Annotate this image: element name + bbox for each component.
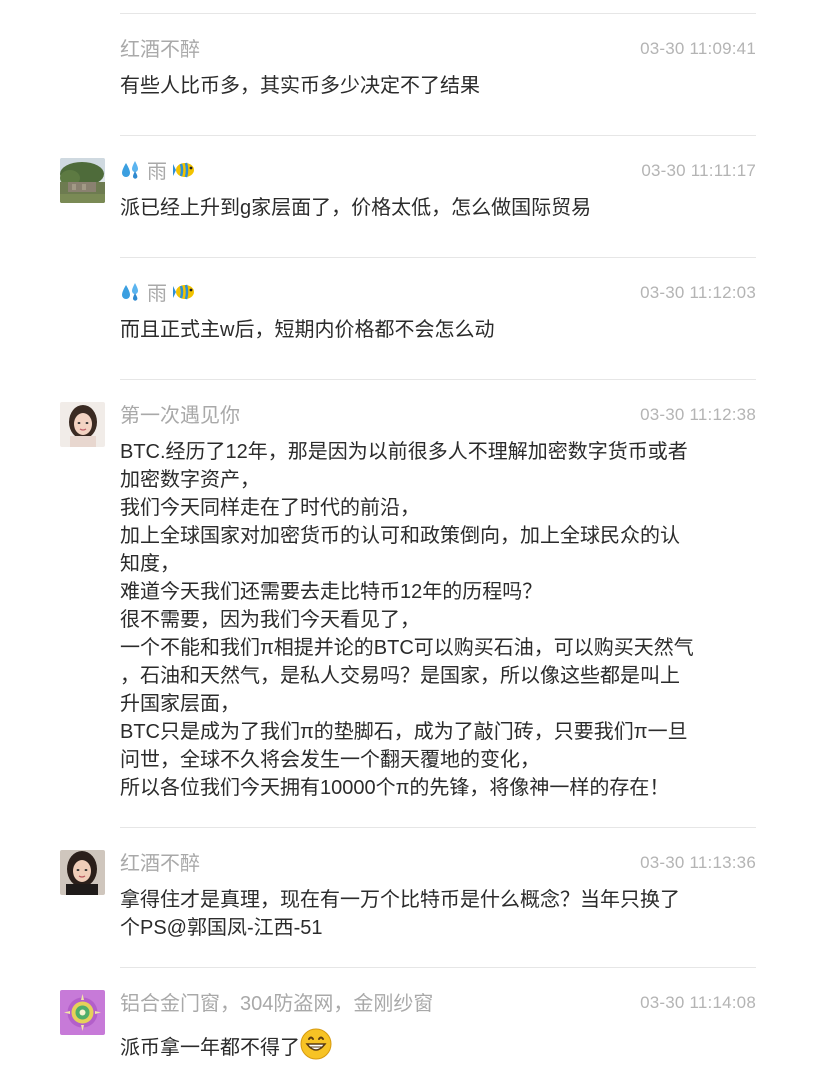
comment-line: 个PS@郭国凤-江西-51: [120, 917, 323, 939]
comment-time: 03-30 11:13:36: [640, 853, 756, 872]
comment-line: 有些人比币多，其实币多少决定不了结果: [120, 75, 480, 97]
tropical-fish-icon: [172, 162, 197, 182]
comment-line: BTC只是成为了我们π的垫脚石，成为了敲门砖，只要我们π一旦: [120, 721, 688, 743]
comment-line: 派币拿一年都不得了: [120, 1037, 300, 1059]
comment-line: 拿得住才是真理，现在有一万个比特币是什么概念？当年只换了: [120, 889, 680, 911]
comment-line: 知度，: [120, 553, 180, 575]
comment-text: 有些人比币多，其实币多少决定不了结果: [120, 72, 760, 100]
comment-line: 所以各位我们今天拥有10000个π的先锋，将像神一样的存在！: [120, 777, 670, 799]
comment-username[interactable]: 雨: [120, 159, 197, 185]
comment-line: 而且正式主w后，短期内价格都不会怎么动: [120, 319, 495, 341]
divider: [120, 257, 756, 258]
divider: [120, 379, 756, 380]
tropical-fish-icon: [172, 284, 197, 304]
comment-text: 派币拿一年都不得了: [120, 1028, 760, 1062]
comment-line: ，石油和天然气，是私人交易吗？是国家，所以像这些都是叫上: [120, 665, 680, 687]
avatar[interactable]: [60, 990, 105, 1035]
divider: [120, 135, 756, 136]
comment-line: 问世，全球不久将会发生一个翻天覆地的变化，: [120, 749, 540, 771]
comment-line: 很不需要，因为我们今天看见了，: [120, 609, 420, 631]
comment-text: 而且正式主w后，短期内价格都不会怎么动: [120, 316, 760, 344]
username-text: 雨: [147, 283, 168, 305]
avatar[interactable]: [60, 402, 105, 447]
comment-line: 派已经上升到g家层面了，价格太低，怎么做国际贸易: [120, 197, 592, 219]
sweat-droplets-icon: [120, 283, 147, 304]
comment-line: 难道今天我们还需要去走比特币12年的历程吗？: [120, 581, 543, 603]
comment-line: BTC.经历了12年，那是因为以前很多人不理解加密数字货币或者: [120, 441, 688, 463]
comment-time: 03-30 11:11:17: [641, 161, 756, 180]
comment-line: 我们今天同样走在了时代的前沿，: [120, 497, 420, 519]
comment-line: 加上全球国家对加密货币的认可和政策倒向，加上全球民众的认: [120, 525, 680, 547]
comment-text: 拿得住才是真理，现在有一万个比特币是什么概念？当年只换了 个PS@郭国凤-江西-…: [120, 886, 760, 942]
comment-time: 03-30 11:14:08: [640, 993, 756, 1012]
comment-time: 03-30 11:12:03: [640, 283, 756, 302]
divider: [120, 827, 756, 828]
avatar[interactable]: [60, 850, 105, 895]
avatar[interactable]: [60, 158, 105, 203]
comment-line: 升国家层面，: [120, 693, 240, 715]
comment-username[interactable]: 红酒不醉: [120, 851, 200, 877]
comment-time: 03-30 11:12:38: [640, 405, 756, 424]
divider: [120, 967, 756, 968]
comment-text: BTC.经历了12年，那是因为以前很多人不理解加密数字货币或者 加密数字资产， …: [120, 438, 760, 802]
comment-username[interactable]: 铝合金门窗，304防盗网，金刚纱窗: [120, 991, 433, 1017]
comment-username[interactable]: 第一次遇见你: [120, 403, 240, 429]
divider: [120, 13, 756, 14]
comment-time: 03-30 11:09:41: [640, 39, 756, 58]
comment-line: 一个不能和我们π相提并论的BTC可以购买石油，可以购买天然气: [120, 637, 694, 659]
comment-username[interactable]: 雨: [120, 281, 197, 307]
comment-text: 派已经上升到g家层面了，价格太低，怎么做国际贸易: [120, 194, 760, 222]
username-text: 雨: [147, 161, 168, 183]
comment-username[interactable]: 红酒不醉: [120, 37, 200, 63]
comment-line: 加密数字资产，: [120, 469, 260, 491]
sweat-droplets-icon: [120, 161, 147, 182]
grinning-face-icon: [300, 1028, 332, 1060]
